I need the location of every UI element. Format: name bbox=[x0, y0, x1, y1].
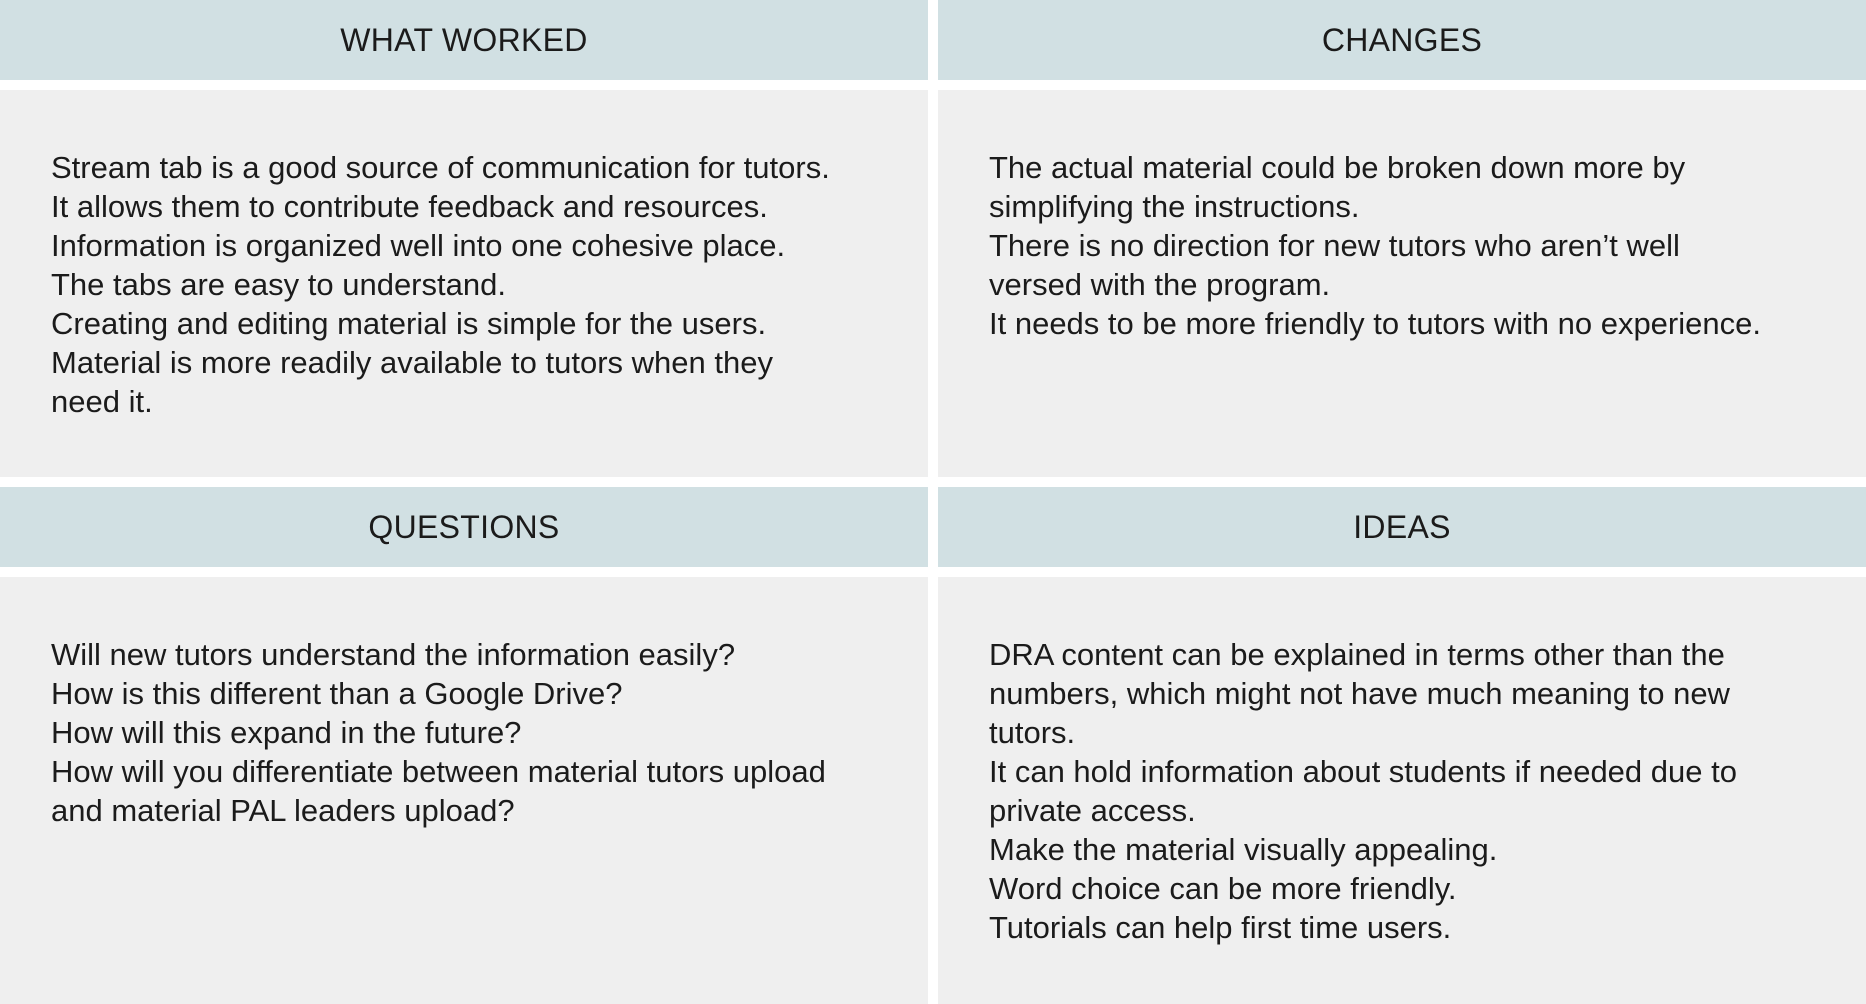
changes-item: There is no direction for new tutors who… bbox=[989, 228, 1680, 302]
what-worked-item: Creating and editing material is simple … bbox=[51, 306, 767, 341]
changes-title: CHANGES bbox=[1321, 21, 1483, 58]
feedback-grid: WHAT WORKED CHANGES Stream tab is a good… bbox=[0, 0, 1866, 1004]
questions-header: QUESTIONS bbox=[0, 487, 928, 567]
what-worked-item: It allows them to contribute feedback an… bbox=[51, 189, 768, 224]
what-worked-panel: Stream tab is a good source of communica… bbox=[0, 90, 928, 477]
changes-panel: The actual material could be broken down… bbox=[938, 90, 1866, 477]
what-worked-item: Information is organized well into one c… bbox=[51, 228, 786, 263]
questions-item: How will this expand in the future? bbox=[51, 715, 522, 750]
questions-title: QUESTIONS bbox=[368, 508, 560, 545]
what-worked-item: The tabs are easy to understand. bbox=[51, 267, 506, 302]
what-worked-title: WHAT WORKED bbox=[340, 21, 588, 58]
ideas-item: DRA content can be explained in terms ot… bbox=[989, 637, 1730, 750]
ideas-item: It can hold information about students i… bbox=[989, 754, 1737, 828]
what-worked-item: Stream tab is a good source of communica… bbox=[51, 150, 830, 185]
ideas-item: Make the material visually appealing. bbox=[989, 832, 1498, 867]
ideas-item: Tutorials can help first time users. bbox=[989, 910, 1452, 945]
changes-header: CHANGES bbox=[938, 0, 1866, 80]
ideas-title: IDEAS bbox=[1353, 508, 1451, 545]
ideas-header: IDEAS bbox=[938, 487, 1866, 567]
changes-item: The actual material could be broken down… bbox=[989, 150, 1686, 224]
questions-item: How is this different than a Google Driv… bbox=[51, 676, 623, 711]
questions-panel: Will new tutors understand the informati… bbox=[0, 577, 928, 1004]
ideas-panel: DRA content can be explained in terms ot… bbox=[938, 577, 1866, 1004]
what-worked-header: WHAT WORKED bbox=[0, 0, 928, 80]
ideas-item: Word choice can be more friendly. bbox=[989, 871, 1457, 906]
changes-item: It needs to be more friendly to tutors w… bbox=[989, 306, 1761, 341]
questions-item: How will you differentiate between mater… bbox=[51, 754, 826, 828]
what-worked-item: Material is more readily available to tu… bbox=[51, 345, 773, 419]
questions-item: Will new tutors understand the informati… bbox=[51, 637, 736, 672]
